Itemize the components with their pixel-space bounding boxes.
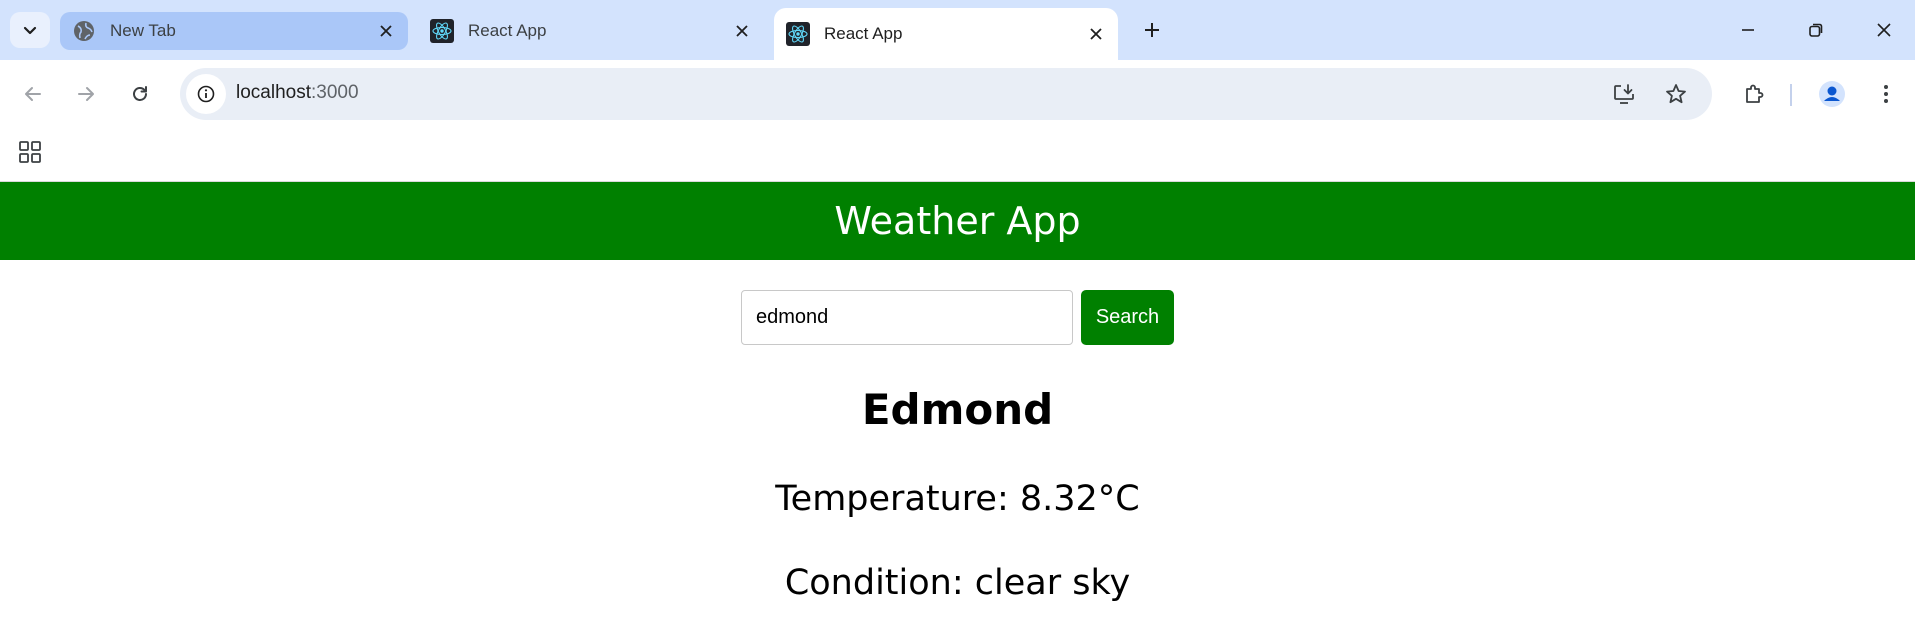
restore-icon <box>1809 23 1823 37</box>
react-logo-icon <box>430 18 454 43</box>
city-name: Edmond <box>861 385 1054 434</box>
profile-button[interactable] <box>1814 76 1850 112</box>
reload-button[interactable] <box>122 76 158 112</box>
tab-title: React App <box>468 20 547 40</box>
tab-react-app-active[interactable]: React App <box>774 8 1118 60</box>
city-search-input[interactable] <box>741 290 1073 345</box>
bookmark-star-button[interactable] <box>1660 78 1692 110</box>
apps-grid-icon <box>19 141 41 163</box>
arrow-left-icon <box>25 87 41 101</box>
install-app-button[interactable] <box>1608 78 1640 110</box>
close-window-button[interactable] <box>1862 12 1906 48</box>
globe-icon <box>72 19 96 43</box>
condition-text: Condition: clear sky <box>784 563 1131 603</box>
new-tab-button[interactable] <box>1136 14 1168 46</box>
temperature-text: Temperature: 8.32°C <box>775 479 1140 519</box>
app-title: Weather App <box>834 199 1081 243</box>
tab-strip: New Tab React App React App <box>0 0 1915 60</box>
site-info-button[interactable] <box>186 74 226 114</box>
close-icon <box>1877 23 1891 37</box>
minimize-icon <box>1742 29 1754 31</box>
arrow-right-icon <box>78 87 94 101</box>
close-tab-icon[interactable] <box>374 19 398 43</box>
avatar-icon <box>1819 81 1845 107</box>
browser-toolbar: localhost:3000 <box>0 60 1915 126</box>
tab-react-app[interactable]: React App <box>418 10 764 51</box>
star-icon <box>1666 84 1686 104</box>
close-tab-icon[interactable] <box>1084 22 1108 46</box>
extensions-button[interactable] <box>1736 76 1772 112</box>
tab-new-tab[interactable]: New Tab <box>60 12 408 50</box>
toolbar-divider <box>1790 84 1792 106</box>
tab-title: React App <box>824 24 903 43</box>
url-text[interactable]: localhost:3000 <box>236 82 359 104</box>
react-logo-icon <box>786 22 810 46</box>
forward-button[interactable] <box>68 76 104 112</box>
puzzle-icon <box>1746 84 1764 103</box>
reload-icon <box>133 86 147 101</box>
more-vert-icon <box>1884 85 1888 103</box>
url-host: localhost <box>236 82 311 103</box>
app-header: Weather App <box>0 182 1915 260</box>
url-port: :3000 <box>311 82 359 103</box>
info-icon <box>197 85 215 103</box>
page-content: Weather App Search Edmond Temperature: 8… <box>0 182 1915 631</box>
search-form: Search <box>0 290 1915 345</box>
install-desktop-icon <box>1614 84 1634 104</box>
search-button[interactable]: Search <box>1081 290 1174 345</box>
apps-button[interactable] <box>14 136 46 168</box>
back-button[interactable] <box>15 76 51 112</box>
plus-icon <box>1145 23 1159 37</box>
bookmarks-bar <box>0 126 1915 182</box>
tab-search-button[interactable] <box>10 12 50 48</box>
chevron-down-icon <box>23 26 37 35</box>
minimize-button[interactable] <box>1726 12 1770 48</box>
restore-button[interactable] <box>1794 12 1838 48</box>
tab-title: New Tab <box>110 21 176 40</box>
close-tab-icon[interactable] <box>730 19 754 43</box>
menu-button[interactable] <box>1868 76 1904 112</box>
address-bar[interactable]: localhost:3000 <box>180 68 1712 120</box>
